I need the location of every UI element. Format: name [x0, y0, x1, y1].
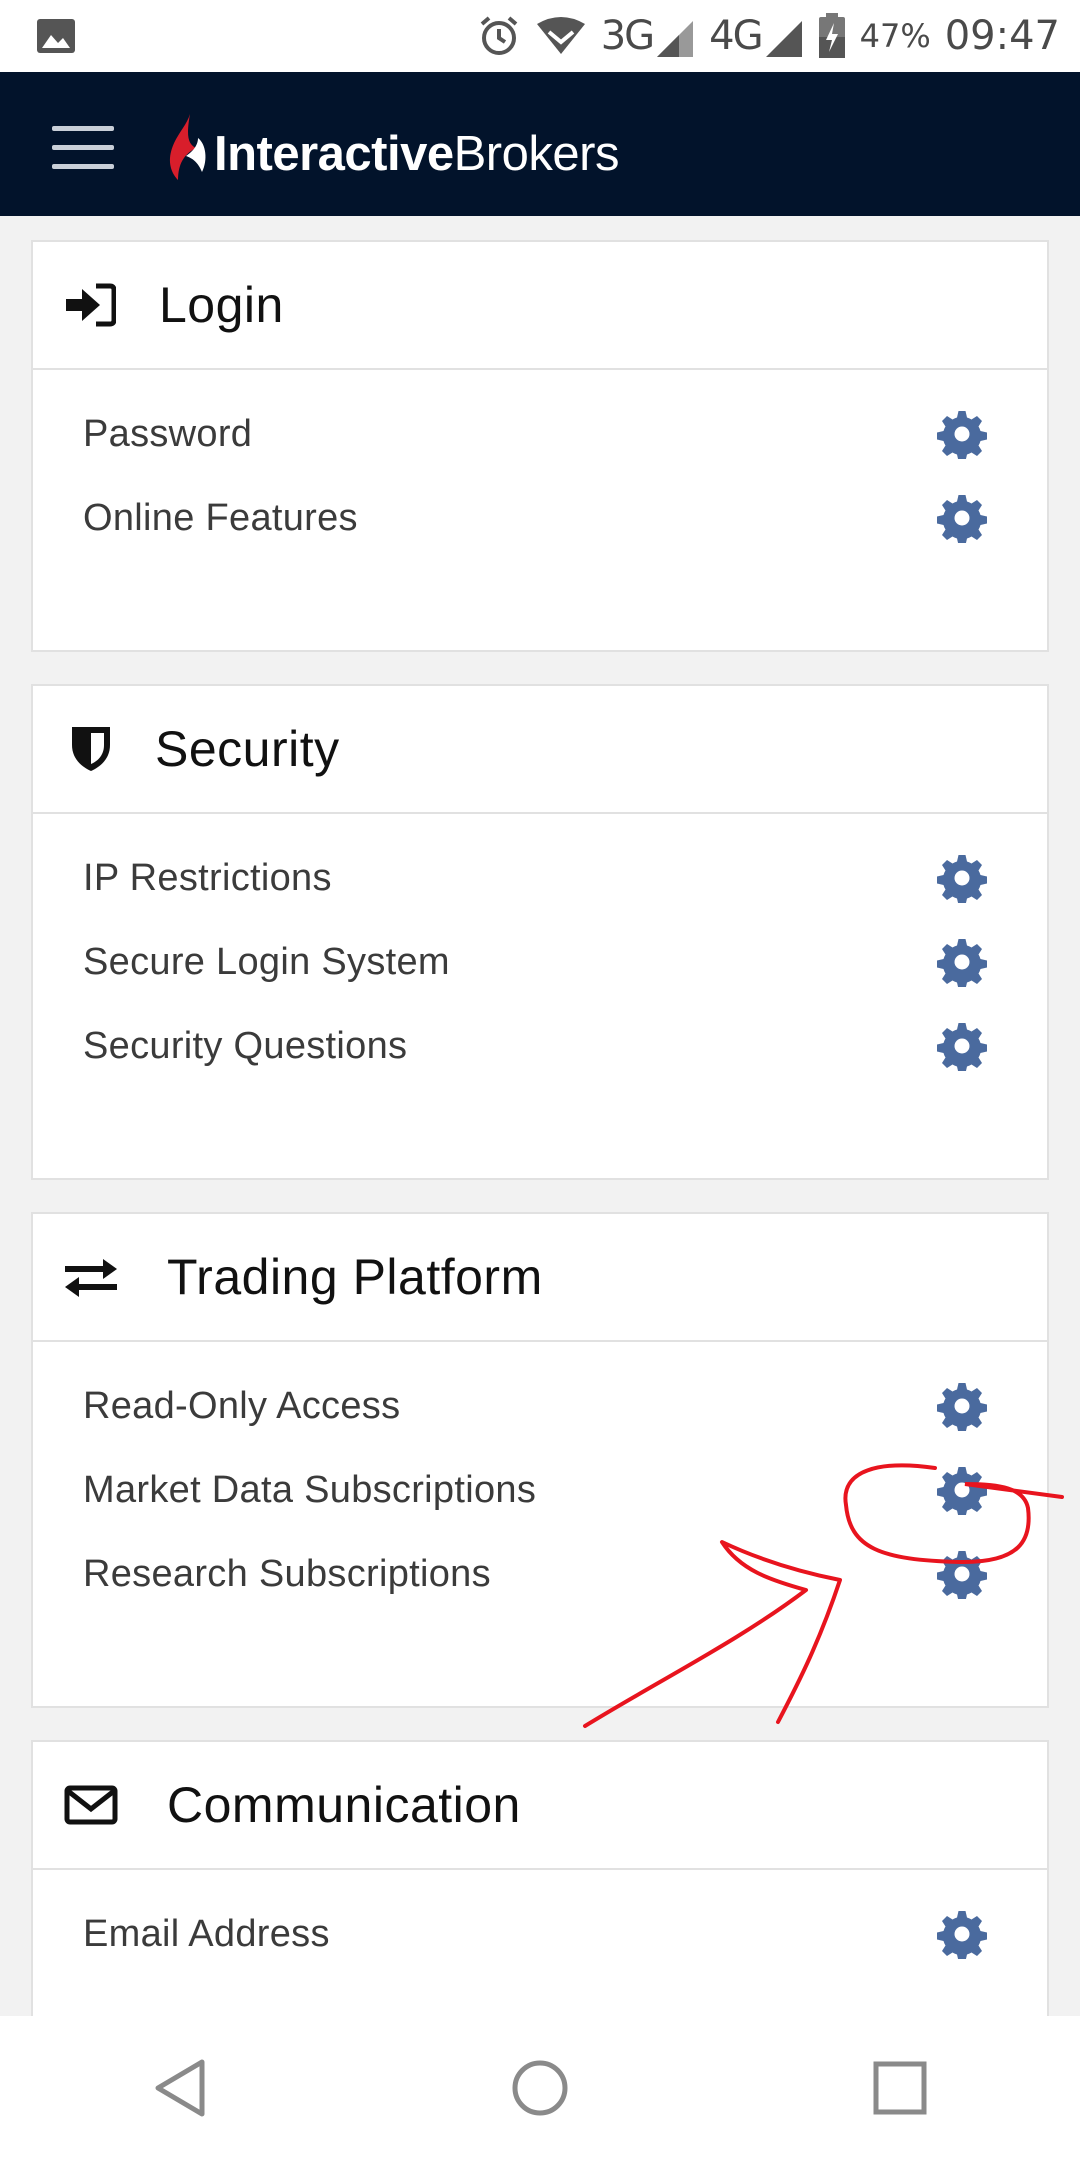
home-circle-icon [512, 2060, 568, 2116]
back-button[interactable] [135, 2043, 225, 2133]
gear-icon[interactable] [937, 937, 987, 987]
shield-icon [63, 721, 119, 777]
section-header: Communication [33, 1742, 1047, 1870]
section-login: Login Password Online Features [31, 240, 1049, 652]
gallery-notification-icon [37, 19, 75, 53]
network-type-2: 4G [709, 13, 763, 59]
list-item-ip-restrictions[interactable]: IP Restrictions [33, 836, 1047, 920]
list-item-label: Online Features [83, 496, 358, 539]
section-trading-platform: Trading Platform Read-Only Access Market… [31, 1212, 1049, 1708]
list-item-read-only-access[interactable]: Read-Only Access [33, 1364, 1047, 1448]
gear-icon[interactable] [937, 1465, 987, 1515]
brand-name-regular: Brokers [453, 127, 620, 181]
list-item-label: Password [83, 412, 253, 455]
section-title: Login [159, 277, 284, 333]
back-triangle-icon [155, 2059, 205, 2117]
section-title: Trading Platform [167, 1249, 543, 1305]
network-type-1: 3G [600, 13, 655, 59]
list-item-label: Security Questions [83, 1024, 408, 1067]
exchange-arrows-icon [63, 1249, 119, 1305]
list-item-secure-login-system[interactable]: Secure Login System [33, 920, 1047, 1004]
gear-icon[interactable] [937, 853, 987, 903]
brand-logo[interactable]: InteractiveBrokers [168, 112, 619, 182]
list-item-label: IP Restrictions [83, 856, 332, 899]
hamburger-line [52, 164, 114, 169]
sign-in-icon [63, 277, 119, 333]
hamburger-icon [52, 126, 114, 131]
gear-icon[interactable] [937, 1381, 987, 1431]
recents-button[interactable] [855, 2043, 945, 2133]
list-item-label: Email Address [83, 1912, 330, 1955]
signal-icon [765, 21, 802, 57]
gear-icon[interactable] [937, 493, 987, 543]
menu-button[interactable] [52, 126, 114, 170]
list-item-label: Secure Login System [83, 940, 450, 983]
recents-square-icon [873, 2061, 927, 2115]
gear-icon[interactable] [937, 409, 987, 459]
brand-name: InteractiveBrokers [214, 126, 619, 182]
gear-icon[interactable] [937, 1549, 987, 1599]
section-title: Security [155, 721, 340, 777]
signal-icon [657, 21, 694, 57]
envelope-icon [63, 1777, 119, 1833]
clock: 09:47 [944, 13, 1060, 59]
list-item-security-questions[interactable]: Security Questions [33, 1004, 1047, 1088]
list-item-market-data-subscriptions[interactable]: Market Data Subscriptions [33, 1448, 1047, 1532]
list-item-research-subscriptions[interactable]: Research Subscriptions [33, 1532, 1047, 1616]
app-header: InteractiveBrokers [0, 72, 1080, 216]
brand-flame-icon [169, 114, 206, 180]
system-navigation-bar [0, 2016, 1080, 2160]
section-header: Trading Platform [33, 1214, 1047, 1342]
brand-name-bold: Interactive [214, 127, 454, 181]
section-security: Security IP Restrictions Secure Login Sy… [31, 684, 1049, 1180]
gear-icon[interactable] [937, 1909, 987, 1959]
home-button[interactable] [495, 2043, 585, 2133]
list-item-label: Market Data Subscriptions [83, 1468, 537, 1511]
list-item-password[interactable]: Password [33, 392, 1047, 476]
list-item-email-address[interactable]: Email Address [33, 1892, 1047, 1976]
battery-percent: 47% [859, 17, 931, 55]
gear-icon[interactable] [937, 1021, 987, 1071]
section-title: Communication [167, 1777, 521, 1833]
list-item-online-features[interactable]: Online Features [33, 476, 1047, 560]
alarm-icon [480, 16, 517, 55]
wifi-icon [536, 17, 585, 54]
section-header: Security [33, 686, 1047, 814]
battery-charging-icon [818, 13, 845, 58]
section-header: Login [33, 242, 1047, 370]
hamburger-line [52, 145, 114, 150]
status-bar: 3G 4G 47% 09:47 [0, 0, 1080, 72]
list-item-label: Research Subscriptions [83, 1552, 491, 1595]
list-item-label: Read-Only Access [83, 1384, 401, 1427]
